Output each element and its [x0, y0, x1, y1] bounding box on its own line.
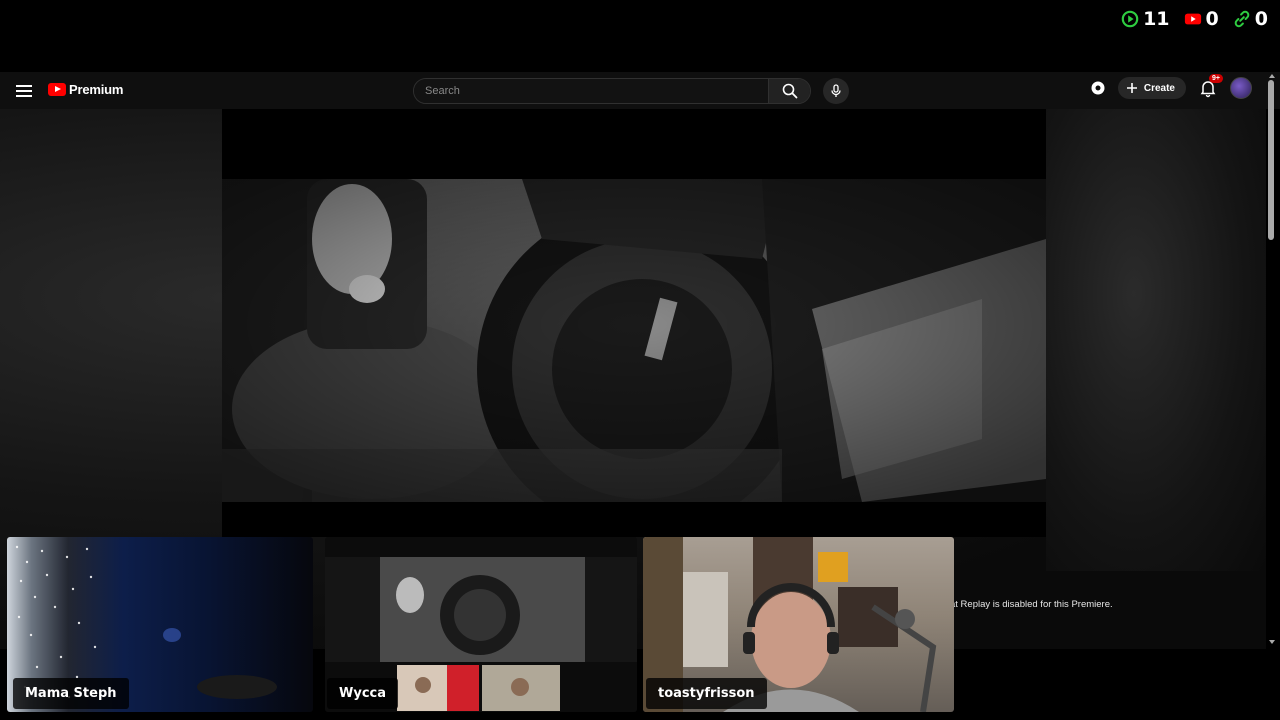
link-count: 0 — [1254, 8, 1268, 30]
search-button[interactable] — [768, 79, 810, 103]
plus-icon — [1126, 83, 1137, 93]
search-bar — [413, 78, 811, 104]
right-panel-background — [1046, 109, 1266, 571]
microphone-icon — [831, 84, 841, 97]
webcam-tile-mama-steph: Mama Steph — [7, 537, 313, 712]
notifications-button[interactable]: 9+ — [1198, 74, 1223, 98]
premium-gear-icon[interactable] — [1090, 80, 1106, 96]
play-icon — [1121, 10, 1139, 28]
hamburger-menu-icon[interactable] — [14, 82, 34, 100]
stream-stats-overlay: 11 0 0 — [1121, 8, 1268, 30]
search-input[interactable] — [414, 79, 768, 103]
youtube-icon — [1184, 13, 1201, 25]
notification-badge: 9+ — [1209, 74, 1223, 83]
create-button[interactable]: Create — [1117, 77, 1186, 99]
webcam-tile-wycca: Wycca — [325, 537, 637, 712]
video-player[interactable] — [222, 109, 1046, 537]
video-frame-image — [222, 179, 1046, 502]
scroll-down-arrow-icon[interactable] — [1269, 640, 1275, 644]
youtube-premium-logo[interactable]: Premium — [48, 82, 123, 97]
create-label: Create — [1143, 82, 1175, 94]
youtube-logo-icon — [48, 83, 66, 96]
header-actions: Create 9+ — [1090, 74, 1252, 99]
webcam-name-label: toastyfrisson — [646, 678, 767, 709]
search-icon — [782, 83, 797, 99]
webcam-name-label: Wycca — [327, 678, 398, 709]
views-stat: 11 — [1121, 8, 1170, 30]
page-scrollbar[interactable] — [1268, 80, 1274, 240]
webcam-name-label: Mama Steph — [13, 678, 129, 709]
chat-replay-notice: at Replay is disabled for this Premiere. — [950, 599, 1113, 610]
voice-search-button[interactable] — [823, 78, 849, 104]
youtube-header: Premium Create 9+ — [0, 72, 1280, 109]
link-stat: 0 — [1233, 8, 1268, 30]
link-icon — [1234, 10, 1250, 28]
views-count: 11 — [1143, 8, 1170, 30]
account-avatar[interactable] — [1230, 77, 1252, 99]
webcam-tile-toastyfrisson: toastyfrisson — [643, 537, 954, 712]
youtube-stat: 0 — [1184, 8, 1219, 30]
youtube-count: 0 — [1205, 8, 1219, 30]
video-frame — [222, 179, 1046, 502]
scroll-up-arrow-icon[interactable] — [1269, 74, 1275, 78]
logo-text: Premium — [69, 82, 124, 97]
